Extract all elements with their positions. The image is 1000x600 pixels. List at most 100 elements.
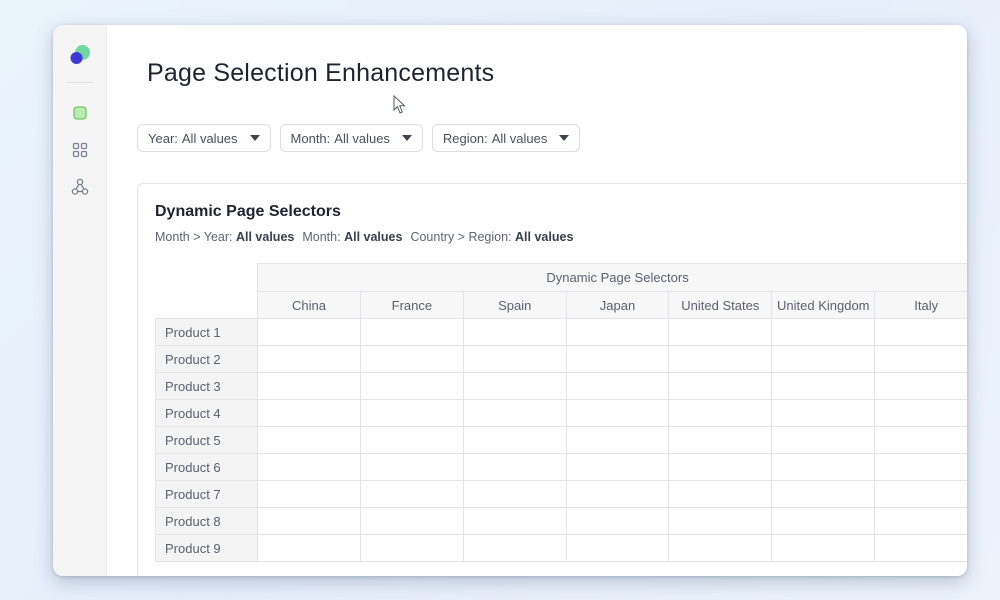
year-filter-dropdown[interactable]: Year: All values [137,124,271,152]
filter-bar: Year: All values Month: All values Regio… [137,124,581,152]
row-header[interactable]: Product 1 [154,318,259,346]
column-header[interactable]: China [257,291,361,319]
grid-cell[interactable] [359,372,464,400]
page-selector-month-year[interactable]: Month > Year: All values [155,230,294,244]
grid-cell[interactable] [771,534,876,562]
row-header[interactable]: Product 6 [154,453,259,481]
grid-cell[interactable] [668,480,773,508]
logo-icon[interactable] [69,43,93,67]
grid-cell[interactable] [359,507,464,535]
pivot-table: Dynamic Page Selectors China France Spain J… [154,263,967,562]
grid-cell[interactable] [668,426,773,454]
grid-cell[interactable] [359,480,464,508]
grid-cell[interactable] [874,345,967,373]
row-header[interactable]: Product 7 [154,480,259,508]
table-row: Product 9 [154,534,967,562]
grid-cell[interactable] [668,534,773,562]
grid-cell[interactable] [668,453,773,481]
grid-cell[interactable] [771,318,876,346]
grid-cell[interactable] [874,534,967,562]
grid-cell[interactable] [359,426,464,454]
grid-cell[interactable] [565,372,670,400]
grid-cell[interactable] [668,507,773,535]
grid-icon [72,142,88,158]
grid-cell[interactable] [771,426,876,454]
grid-cell[interactable] [771,453,876,481]
column-header[interactable]: Italy [874,291,967,319]
main-content: Page Selection Enhancements Year: All va… [107,25,967,576]
grid-cell[interactable] [462,372,567,400]
month-filter-dropdown[interactable]: Month: All values [279,124,423,152]
column-group-header: Dynamic Page Selectors [257,263,967,292]
grid-cell[interactable] [359,534,464,562]
page-selector-month[interactable]: Month: All values [302,230,402,244]
grid-cell[interactable] [462,507,567,535]
grid-cell[interactable] [874,507,967,535]
grid-cell[interactable] [565,318,670,346]
page-selector-country-region[interactable]: Country > Region: All values [410,230,573,244]
column-header[interactable]: Japan [565,291,670,319]
grid-cell[interactable] [462,534,567,562]
grid-cell[interactable] [257,534,361,562]
grid-cell[interactable] [565,426,670,454]
grid-cell[interactable] [359,399,464,427]
grid-cell[interactable] [771,372,876,400]
grid-cell[interactable] [257,399,361,427]
row-header[interactable]: Product 8 [154,507,259,535]
grid-cell[interactable] [257,372,361,400]
grid-cell[interactable] [874,399,967,427]
table-row: Product 5 [154,426,967,454]
sidebar-item-square[interactable] [70,103,90,123]
row-header[interactable]: Product 9 [154,534,259,562]
grid-cell[interactable] [771,507,876,535]
column-header[interactable]: France [359,291,464,319]
grid-cell[interactable] [565,534,670,562]
sidebar-item-grid[interactable] [70,140,90,160]
table-row: Product 3 [154,372,967,400]
grid-cell[interactable] [257,426,361,454]
grid-cell[interactable] [359,453,464,481]
grid-cell[interactable] [771,399,876,427]
grid-cell[interactable] [668,399,773,427]
row-header[interactable]: Product 5 [154,426,259,454]
grid-cell[interactable] [874,453,967,481]
grid-cell[interactable] [462,399,567,427]
card-title: Dynamic Page Selectors [155,203,341,220]
grid-cell[interactable] [462,318,567,346]
row-header[interactable]: Product 4 [154,399,259,427]
grid-cell[interactable] [565,345,670,373]
grid-cell[interactable] [771,345,876,373]
grid-cell[interactable] [257,453,361,481]
sidebar-item-network[interactable] [70,177,90,197]
grid-cell[interactable] [874,372,967,400]
grid-cell[interactable] [257,318,361,346]
column-header[interactable]: United Kingdom [771,291,876,319]
row-header[interactable]: Product 2 [154,345,259,373]
grid-cell[interactable] [462,480,567,508]
grid-cell[interactable] [668,372,773,400]
column-header[interactable]: United States [668,291,773,319]
grid-cell[interactable] [359,318,464,346]
grid-cell[interactable] [668,345,773,373]
caret-down-icon [401,135,412,141]
column-header[interactable]: Spain [462,291,567,319]
grid-cell[interactable] [565,507,670,535]
grid-cell[interactable] [565,399,670,427]
grid-cell[interactable] [257,480,361,508]
grid-cell[interactable] [874,318,967,346]
grid-cell[interactable] [874,480,967,508]
grid-cell[interactable] [668,318,773,346]
caret-down-icon [559,135,570,141]
grid-cell[interactable] [257,507,361,535]
region-filter-dropdown[interactable]: Region: All values [431,124,581,152]
grid-cell[interactable] [462,453,567,481]
grid-cell[interactable] [359,345,464,373]
grid-cell[interactable] [771,480,876,508]
grid-cell[interactable] [257,345,361,373]
grid-cell[interactable] [874,426,967,454]
grid-cell[interactable] [565,480,670,508]
grid-cell[interactable] [565,453,670,481]
row-header[interactable]: Product 3 [154,372,259,400]
grid-cell[interactable] [462,345,567,373]
grid-cell[interactable] [462,426,567,454]
